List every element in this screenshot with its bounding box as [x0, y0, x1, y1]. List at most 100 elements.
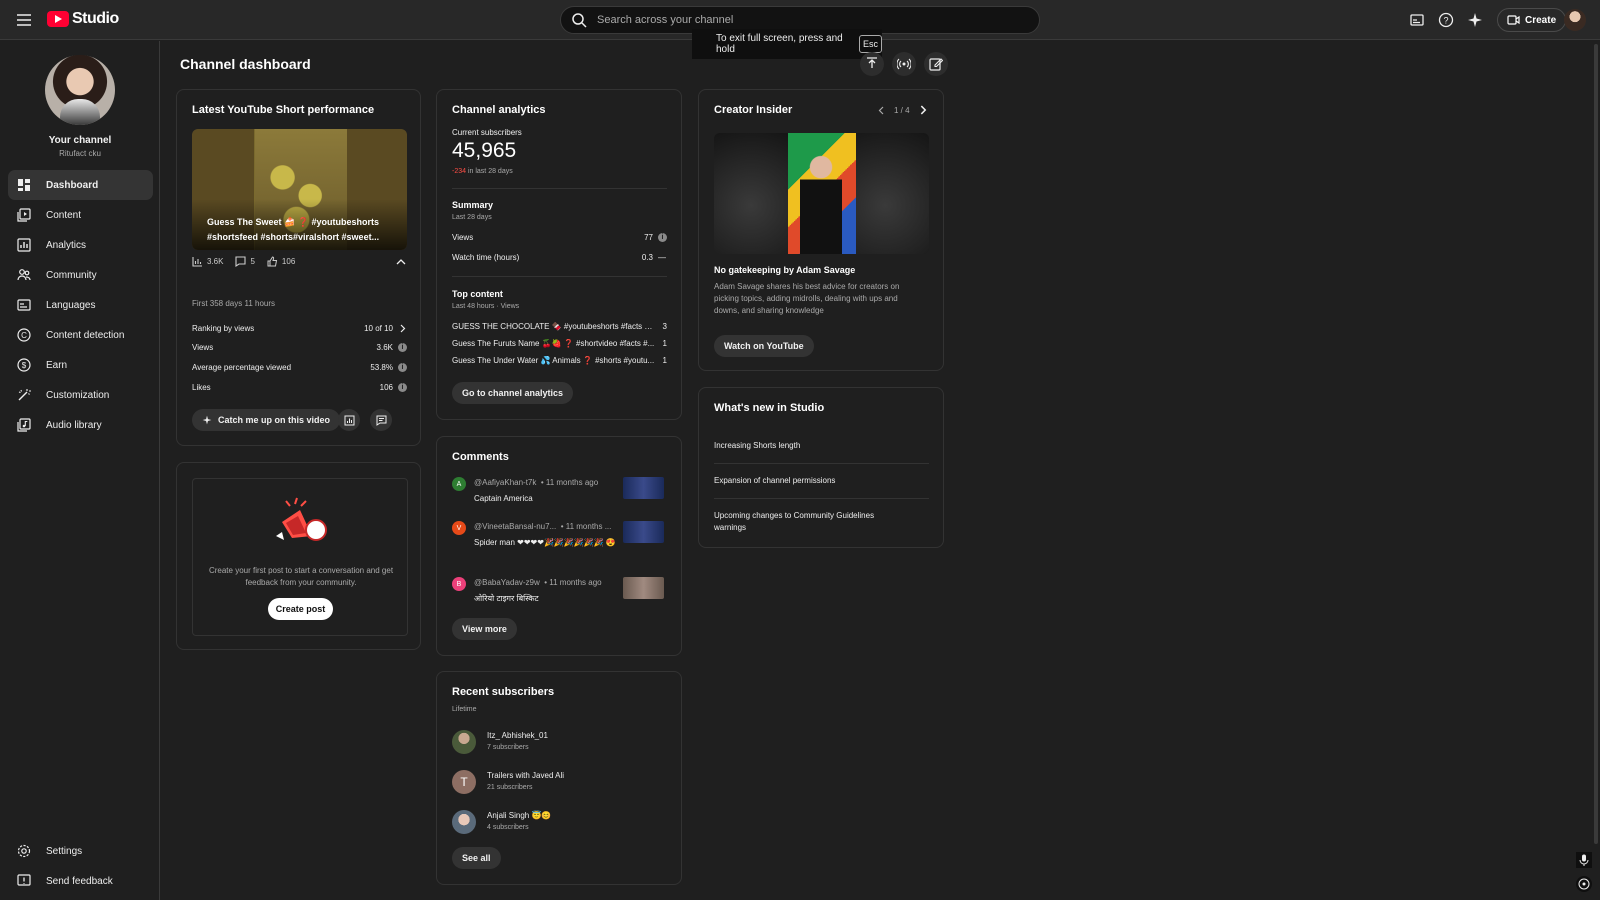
comment-header: @VineetaBansal-nu7... • 11 months ...: [474, 522, 611, 531]
menu-icon[interactable]: [14, 10, 34, 30]
comment-text: Captain America: [474, 494, 533, 503]
view-more-button[interactable]: View more: [452, 618, 517, 640]
whats-new-item[interactable]: Increasing Shorts length: [714, 440, 929, 452]
top-content-row[interactable]: Guess The Furuts Name 🍒🍓 ❓ #shortvideo #…: [452, 339, 667, 348]
sidebar-item-settings[interactable]: Settings: [8, 836, 153, 866]
earn-icon: $: [16, 357, 32, 373]
info-icon[interactable]: i: [398, 342, 407, 352]
page-scrollbar[interactable]: [1594, 44, 1598, 844]
svg-text:C: C: [21, 331, 27, 340]
accessibility-icon[interactable]: [1576, 876, 1592, 892]
sidebar-item-send-feedback[interactable]: Send feedback: [8, 866, 153, 896]
whats-new-item[interactable]: Expansion of channel permissions: [714, 475, 929, 487]
info-icon[interactable]: i: [398, 382, 407, 392]
comments-title: Comments: [452, 451, 509, 463]
summary-label: Views: [452, 232, 474, 242]
metric-value: 3.6K: [376, 342, 393, 352]
create-post-button[interactable]: Create post: [268, 598, 333, 620]
comment-video-thumbnail[interactable]: [623, 477, 664, 499]
comment-item[interactable]: B @BabaYadav-z9w • 11 months ago ओरियो ट…: [452, 577, 667, 607]
sidebar-item-label: Languages: [46, 299, 96, 311]
sidebar-item-community[interactable]: Community: [8, 260, 153, 290]
svg-text:$: $: [22, 361, 27, 370]
sidebar-item-analytics[interactable]: Analytics: [8, 230, 153, 260]
metric-ranking[interactable]: Ranking by views 10 of 10: [192, 322, 407, 334]
your-channel-label[interactable]: Your channel: [0, 135, 160, 146]
help-icon[interactable]: ?: [1436, 10, 1456, 30]
metric-likes: Likes 106 i: [192, 381, 407, 393]
go-to-analytics-button[interactable]: Go to channel analytics: [452, 382, 574, 404]
comment-avatar: B: [452, 577, 466, 591]
chevron-right-icon[interactable]: [918, 105, 928, 115]
subscriber-item[interactable]: Itz_ Abhishek_01 7 subscribers: [452, 728, 667, 758]
go-live-icon[interactable]: [892, 52, 916, 76]
feedback-icon: [16, 873, 32, 889]
microphone-icon[interactable]: [1576, 852, 1592, 868]
views-count: 3.6K: [207, 257, 224, 266]
comment-author: @AafiyaKhan-t7k: [474, 478, 537, 487]
account-avatar[interactable]: [1564, 9, 1586, 31]
sidebar-item-content-detection[interactable]: C Content detection: [8, 320, 153, 350]
current-subs-value: 45,965: [452, 139, 517, 162]
short-thumbnail[interactable]: Guess The Sweet 🍰 ❓ #youtubeshorts #shor…: [192, 129, 407, 250]
fullscreen-key: Esc: [858, 35, 882, 53]
whats-new-item[interactable]: Upcoming changes to Community Guidelines…: [714, 510, 904, 534]
subscriber-item[interactable]: Anjali Singh 😇😊 4 subscribers: [452, 808, 667, 838]
channel-avatar[interactable]: [45, 55, 115, 125]
sidebar-item-languages[interactable]: Languages: [8, 290, 153, 320]
comment-author: @VineetaBansal-nu7...: [474, 522, 557, 531]
comment-text: Spider man ❤❤❤❤🎉🎉🎉🎉🎉🎉 😍: [474, 538, 616, 547]
top-content-row[interactable]: GUESS THE CHOCOLATE 🍫 #youtubeshorts #fa…: [452, 322, 667, 331]
metric-label: Views: [192, 342, 214, 352]
create-button[interactable]: Create: [1497, 8, 1567, 32]
top-content-value: 3: [662, 322, 667, 331]
views-stat: 3.6K: [192, 256, 223, 267]
sidebar-item-customization[interactable]: Customization: [8, 380, 153, 410]
top-content-title-text: GUESS THE CHOCOLATE 🍫 #youtubeshorts #fa…: [452, 322, 660, 331]
search-icon[interactable]: [571, 12, 587, 28]
video-plus-icon: [1507, 14, 1520, 26]
divider: [452, 276, 667, 277]
svg-text:?: ?: [1443, 16, 1448, 26]
comment-item[interactable]: V @VineetaBansal-nu7... • 11 months ... …: [452, 521, 667, 563]
top-content-title: Top content: [452, 289, 503, 299]
info-icon[interactable]: i: [398, 362, 407, 372]
sidebar-item-dashboard[interactable]: Dashboard: [8, 170, 153, 200]
search-input[interactable]: [597, 14, 1017, 26]
thumbnail-panel-right: [856, 133, 929, 254]
comment-video-thumbnail[interactable]: [623, 577, 664, 599]
chevron-up-icon[interactable]: [395, 256, 407, 268]
comment-author: @BabaYadav-z9w: [474, 578, 540, 587]
watch-on-youtube-button[interactable]: Watch on YouTube: [714, 335, 814, 357]
info-icon[interactable]: i: [658, 232, 667, 242]
creator-insider-thumbnail[interactable]: [714, 133, 929, 254]
creator-insider-description: Adam Savage shares his best advice for c…: [714, 282, 900, 315]
summary-period: Last 28 days: [452, 214, 492, 221]
studio-logo[interactable]: Studio: [47, 10, 119, 28]
metric-value: 106: [379, 382, 393, 392]
sidebar-item-audio-library[interactable]: Audio library: [8, 410, 153, 440]
subscribers-title: Recent subscribers: [452, 686, 555, 698]
subtitles-icon[interactable]: [1407, 10, 1427, 30]
edit-post-icon[interactable]: [924, 52, 948, 76]
sidebar-item-content[interactable]: Content: [8, 200, 153, 230]
catch-me-up-button[interactable]: Catch me up on this video: [192, 409, 341, 431]
divider: [452, 188, 667, 189]
chevron-left-icon[interactable]: [877, 106, 886, 115]
comments-stat: 5: [235, 256, 255, 267]
analytics-icon: [16, 237, 32, 253]
comment-item[interactable]: A @AafiyaKhan-t7k • 11 months ago Captai…: [452, 477, 667, 507]
sparkle-icon[interactable]: [1465, 10, 1485, 30]
comment-video-thumbnail[interactable]: [623, 521, 664, 543]
subscriber-item[interactable]: T Trailers with Javed Ali 21 subscribers: [452, 768, 667, 798]
divider: [714, 498, 929, 499]
upload-icon[interactable]: [860, 52, 884, 76]
video-analytics-button[interactable]: [338, 409, 360, 431]
sidebar-item-earn[interactable]: $ Earn: [8, 350, 153, 380]
fullscreen-toast-text: To exit full screen, press and hold: [716, 33, 843, 55]
video-comments-button[interactable]: [370, 409, 392, 431]
metric-label: Ranking by views: [192, 323, 255, 333]
see-all-button[interactable]: See all: [452, 847, 501, 869]
metric-avg-viewed: Average percentage viewed 53.8% i: [192, 361, 407, 373]
top-content-row[interactable]: Guess The Under Water 💦 Animals ❓ #short…: [452, 356, 667, 365]
